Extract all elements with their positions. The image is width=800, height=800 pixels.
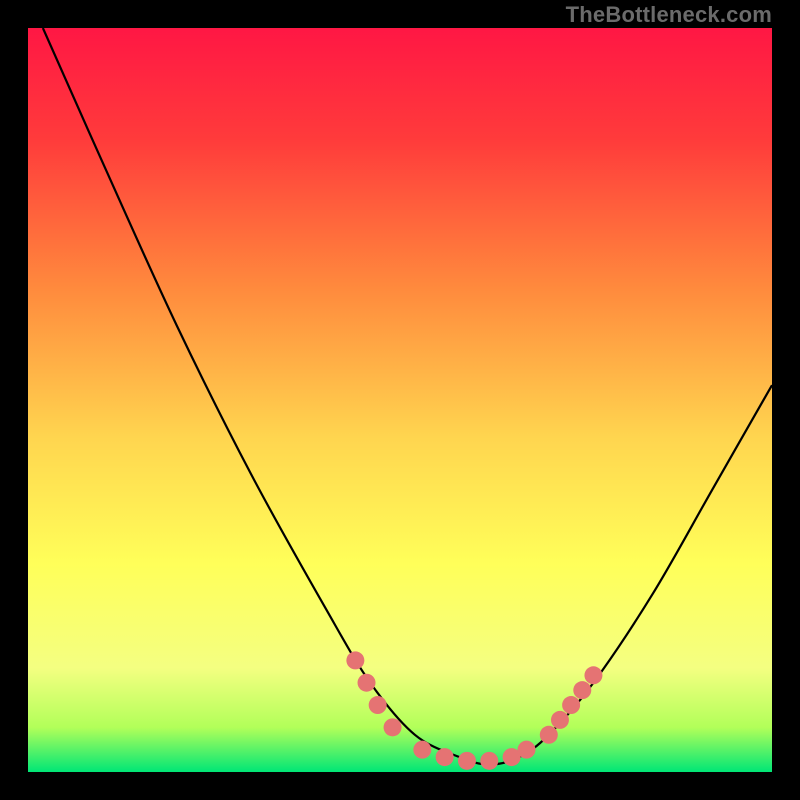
- highlight-dot: [436, 748, 454, 766]
- chart-svg: [28, 28, 772, 772]
- highlight-dot: [562, 696, 580, 714]
- chart-frame: TheBottleneck.com: [0, 0, 800, 800]
- highlight-dot: [346, 651, 364, 669]
- highlight-dot: [517, 741, 535, 759]
- highlight-dot: [358, 674, 376, 692]
- watermark-text: TheBottleneck.com: [566, 2, 772, 28]
- highlight-dot: [551, 711, 569, 729]
- highlight-dot: [369, 696, 387, 714]
- gradient-background: [28, 28, 772, 772]
- highlight-dot: [413, 741, 431, 759]
- highlight-dot: [540, 726, 558, 744]
- highlight-dot: [458, 752, 476, 770]
- highlight-dot: [480, 752, 498, 770]
- plot-area: [28, 28, 772, 772]
- highlight-dot: [573, 681, 591, 699]
- highlight-dot: [584, 666, 602, 684]
- highlight-dot: [384, 718, 402, 736]
